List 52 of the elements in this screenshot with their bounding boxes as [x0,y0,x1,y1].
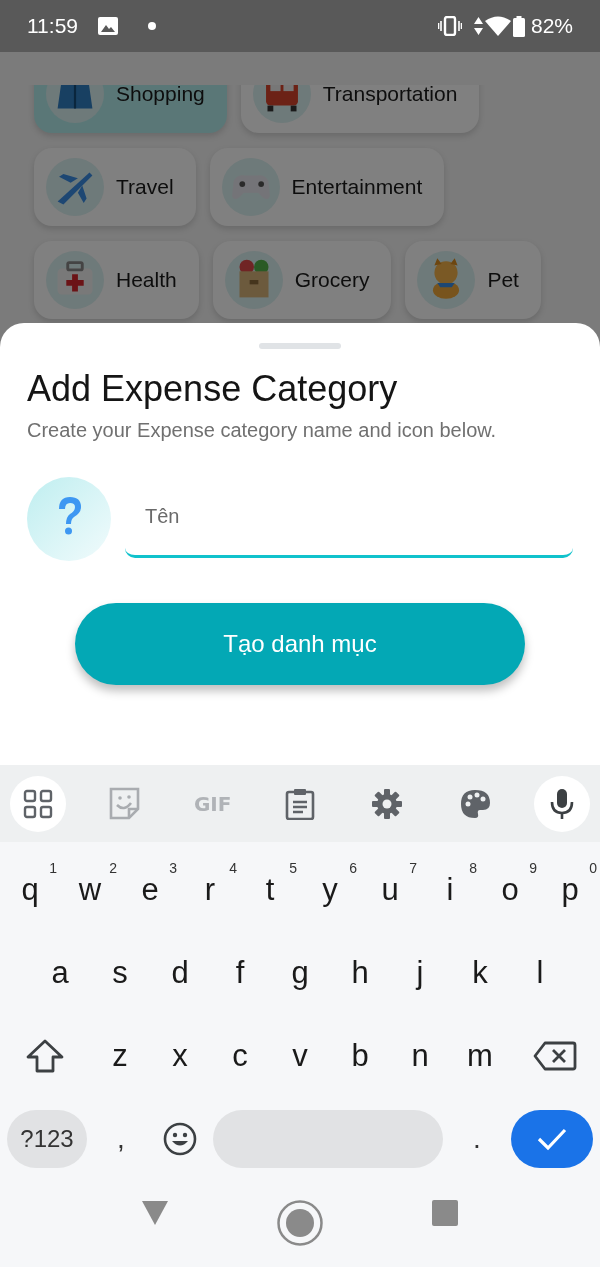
key[interactable]: c [210,1014,270,1097]
category-chip[interactable]: Shopping [34,85,227,133]
dog-icon [417,251,476,309]
comma-key[interactable]: , [87,1109,155,1168]
category-chip[interactable]: Pet [405,241,541,319]
category-chip[interactable]: Travel [34,148,196,226]
key[interactable]: k [450,931,510,1014]
key[interactable]: n [390,1014,450,1097]
key[interactable]: a [30,931,90,1014]
key[interactable]: m [450,1014,510,1097]
key[interactable]: h [330,931,390,1014]
name-field[interactable]: Tên [125,478,573,558]
grocery-bag-icon [224,251,283,309]
enter-key[interactable] [511,1109,593,1168]
question-mark-icon[interactable] [27,477,111,561]
key[interactable]: l [510,931,570,1014]
home-icon[interactable] [277,1200,323,1246]
key[interactable]: x [150,1014,210,1097]
key[interactable]: b [330,1014,390,1097]
airplane-icon [46,158,104,216]
key[interactable]: d [150,931,210,1014]
checkmark-icon [537,1126,567,1151]
category-chip[interactable]: Transportation [240,85,480,133]
drag-handle[interactable] [259,343,341,349]
smiley-icon [163,1121,197,1156]
gamepad-icon [221,158,280,216]
key[interactable]: s [90,931,150,1014]
battery-percent: 82% [530,14,573,38]
key[interactable]: v [270,1014,330,1097]
sheet-title: Add Expense Category [27,367,399,411]
first-aid-kit-icon [46,251,104,309]
key[interactable]: g [270,931,330,1014]
dot-icon [148,22,156,30]
shift-icon [26,1038,64,1073]
symbols-key[interactable]: ?123 [7,1109,87,1168]
category-chip[interactable]: Entertainment [209,148,445,226]
sheet-subtitle: Create your Expense category name and icon below. [27,418,498,443]
key[interactable]: z [90,1014,150,1097]
data-arrows-icon [473,17,483,35]
backspace-icon [533,1040,577,1071]
period-key[interactable]: . [443,1109,511,1168]
microphone-icon [549,787,574,820]
key[interactable]: f [210,931,270,1014]
vibrate-icon [437,16,462,36]
key[interactable]: j [390,931,450,1014]
grid-icon [23,788,53,819]
image-icon [98,17,118,35]
category-chip[interactable]: Health [34,241,199,319]
battery-icon [512,15,525,37]
category-chip[interactable]: Grocery [212,241,392,319]
status-time: 11:59 [27,14,78,38]
back-icon[interactable] [141,1200,169,1226]
